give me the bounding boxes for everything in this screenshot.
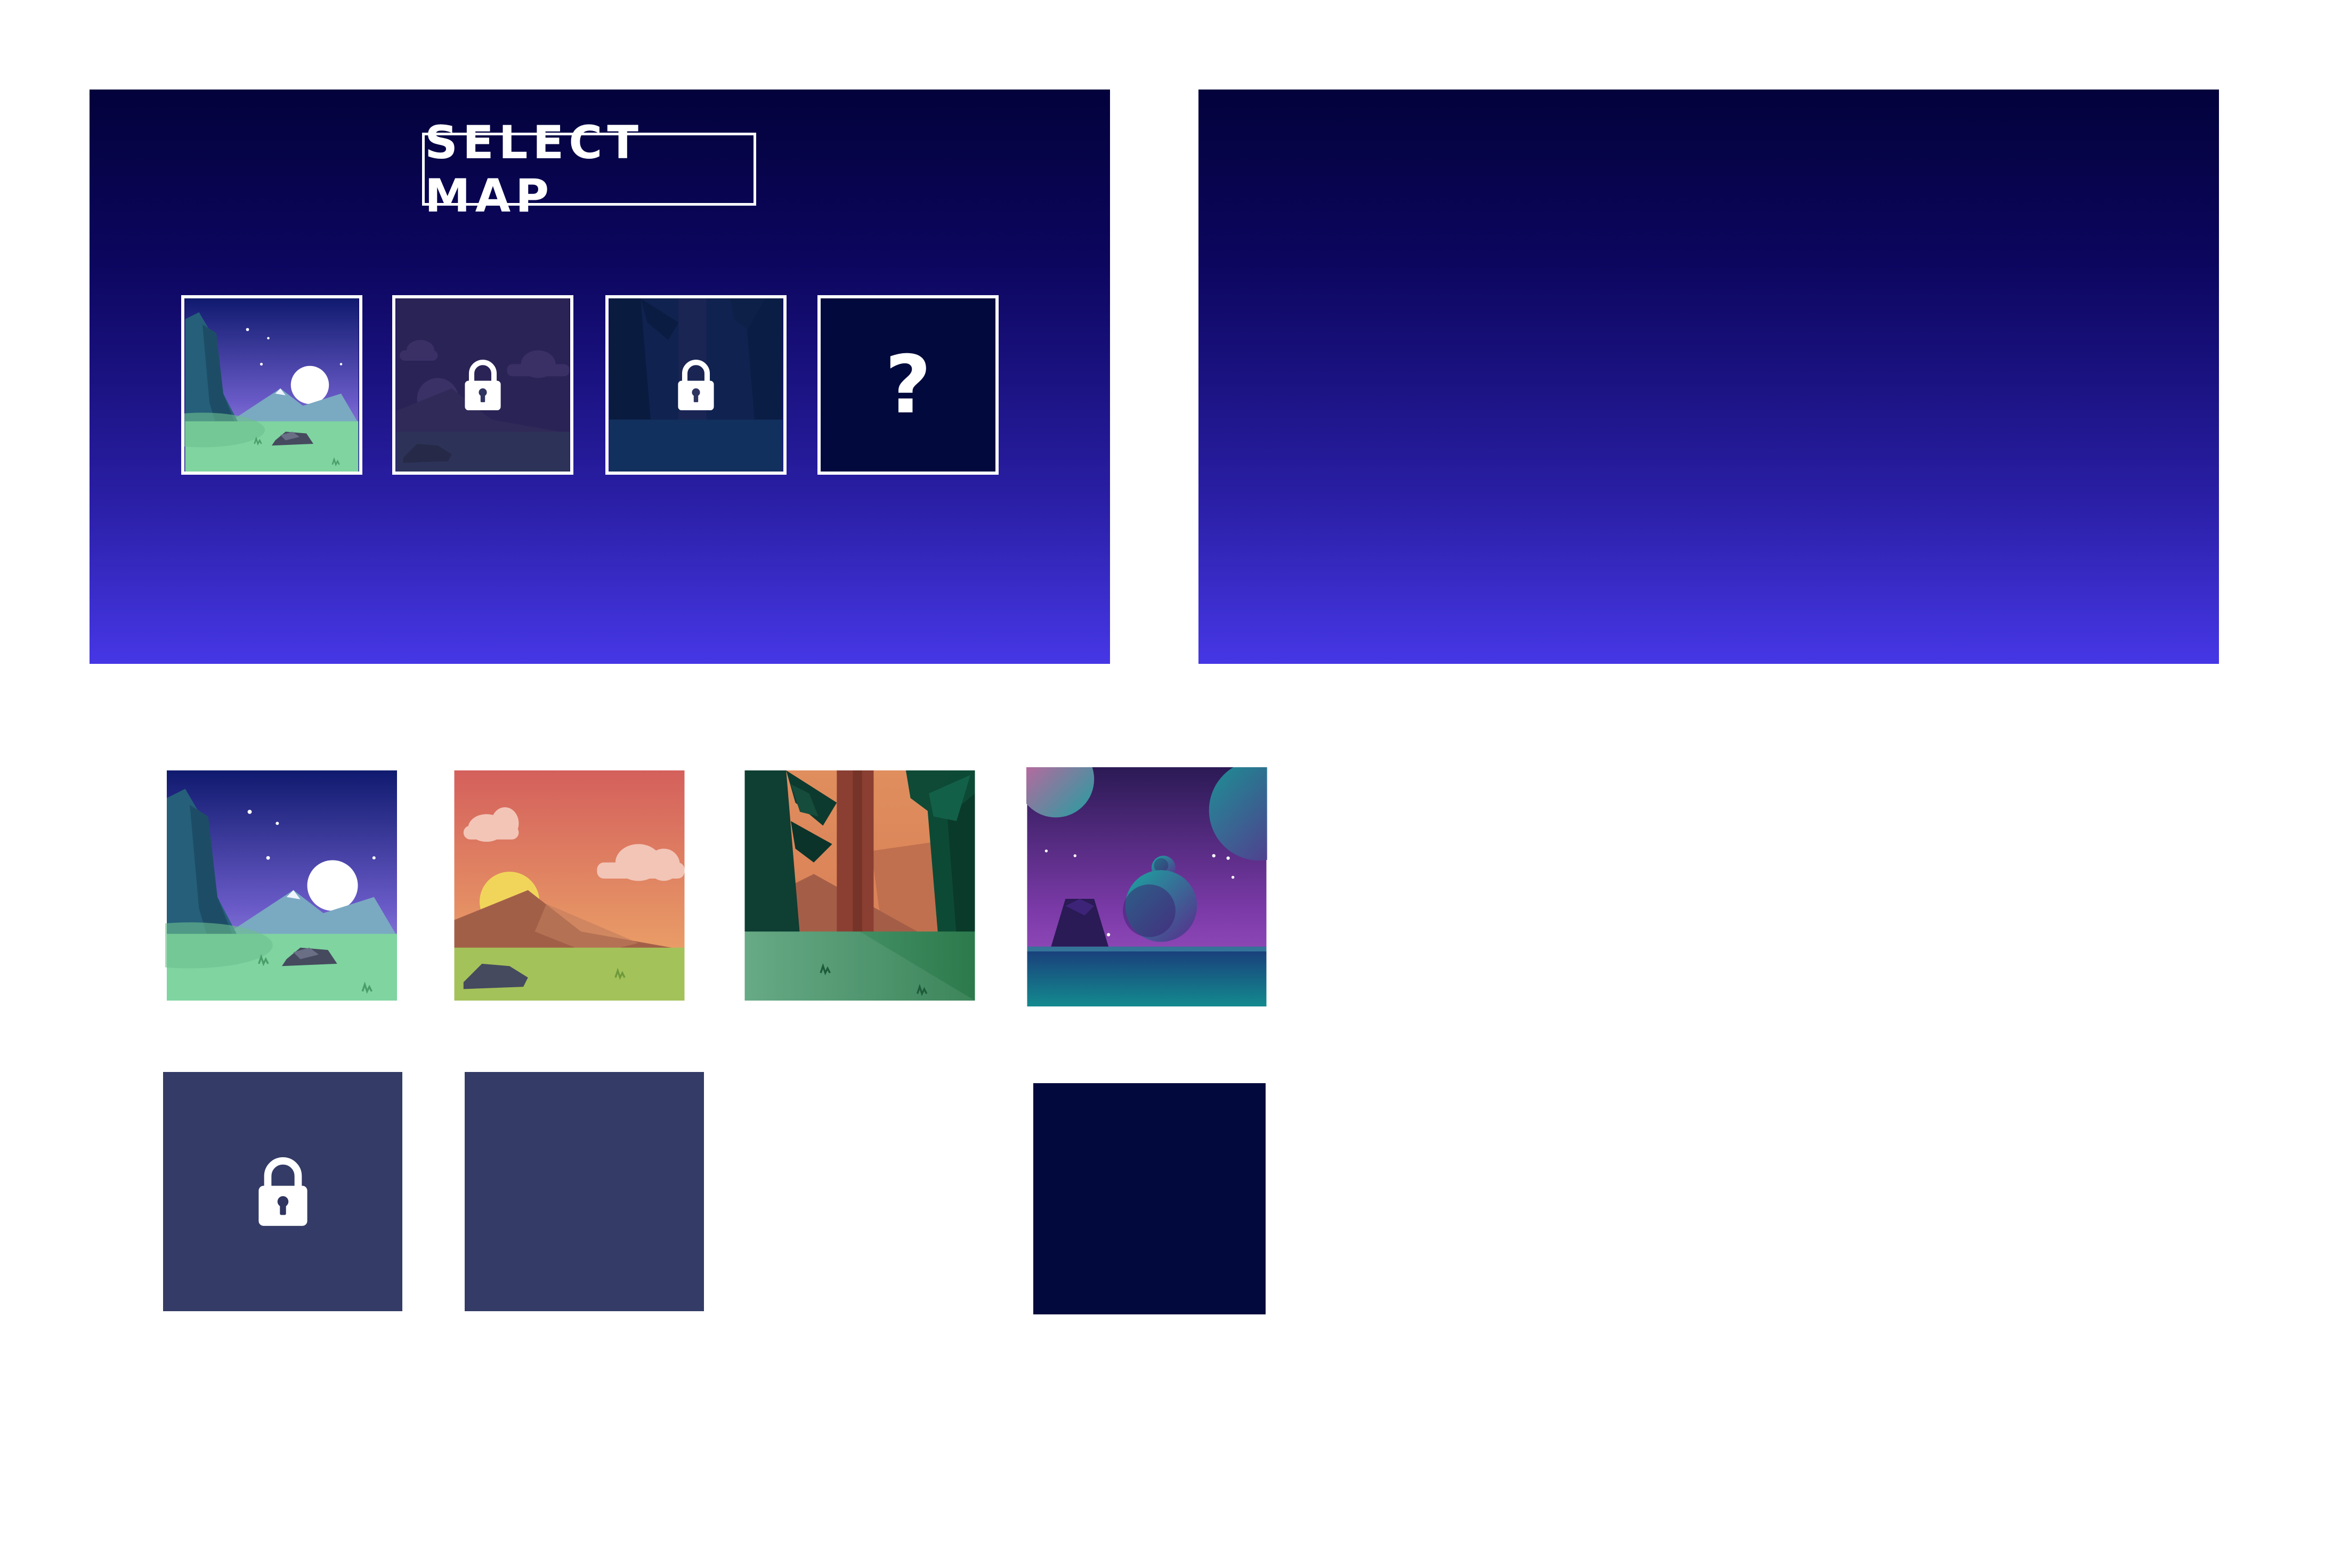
- locked-tile: [163, 1072, 402, 1311]
- unknown-tile-blank: [1033, 1083, 1266, 1314]
- night-mountains-thumbnail: [184, 298, 359, 472]
- select-map-title: SELECT MAP: [422, 116, 756, 223]
- jungle-image: [743, 770, 976, 1001]
- space-planets-image: [1026, 767, 1267, 1006]
- thumbnail-jungle: [743, 770, 976, 1001]
- map-slot-sunset-locked[interactable]: [392, 295, 573, 475]
- lock-icon: [253, 1152, 313, 1232]
- select-map-screen: SELECT MAP ?: [90, 90, 1110, 664]
- question-mark-icon: ?: [885, 338, 931, 432]
- background-panel: [1198, 90, 2219, 664]
- locked-tile-blank: [465, 1072, 704, 1311]
- map-slot-jungle-locked[interactable]: [605, 295, 787, 475]
- lock-icon: [460, 355, 505, 415]
- thumbnail-space-planets: [1026, 767, 1267, 1006]
- thumbnail-sunset-hills: [453, 770, 686, 1001]
- sunset-hills-image: [453, 770, 686, 1001]
- thumbnail-night-mountains: [165, 770, 399, 1001]
- map-slot-night-mountains[interactable]: [181, 295, 362, 475]
- night-mountains-image: [165, 770, 399, 1001]
- lock-icon: [674, 355, 718, 415]
- map-slot-unknown[interactable]: ?: [817, 295, 999, 475]
